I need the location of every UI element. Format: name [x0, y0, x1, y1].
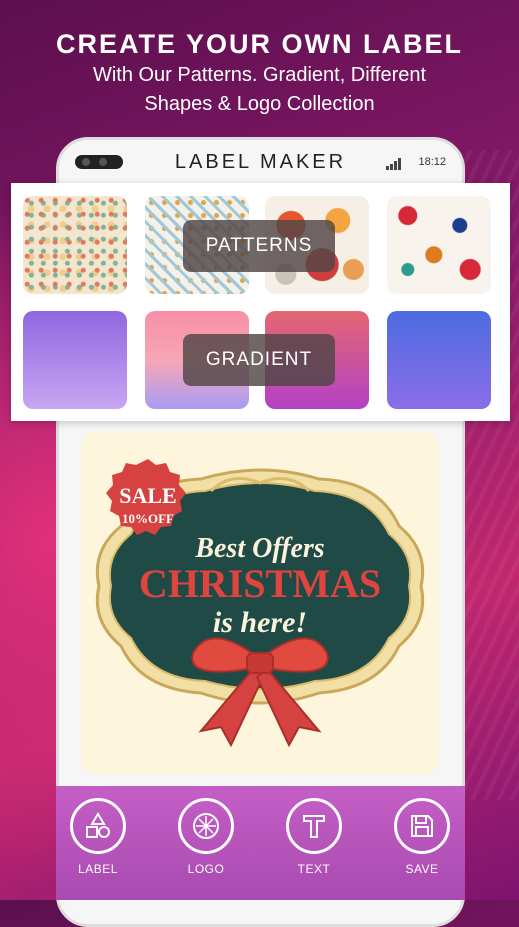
label-tool-label: LABEL — [78, 862, 118, 876]
status-bar: LABEL MAKER 18:12 — [59, 148, 462, 178]
poster-line1: Best Offers — [194, 533, 324, 564]
pattern-tile-1[interactable] — [23, 196, 127, 294]
save-tool-button[interactable]: SAVE — [387, 798, 457, 876]
headline-title: CREATE YOUR OWN LABEL — [55, 29, 463, 59]
promo-headline: CREATE YOUR OWN LABEL With Our Patterns.… — [0, 28, 519, 118]
pattern-tile-4[interactable] — [387, 196, 491, 294]
bottom-toolbar: LABEL LOGO TEXT SAVE — [56, 786, 465, 900]
status-clock: 18:12 — [418, 156, 446, 168]
gradient-label[interactable]: GRADIENT — [183, 334, 335, 386]
style-picker-panel: PATTERNS GRADIENT — [11, 183, 510, 421]
logo-tool-label: LOGO — [187, 862, 225, 876]
poster-line2: CHRISTMAS — [139, 561, 381, 606]
signal-icon — [386, 158, 404, 170]
patterns-label[interactable]: PATTERNS — [183, 220, 335, 272]
sale-badge-line2: 10%OFF — [122, 511, 174, 526]
headline-subtitle-2: Shapes & Logo Collection — [144, 93, 375, 115]
gradient-tile-4[interactable] — [387, 311, 491, 409]
christmas-label-artwork: SALE 10%OFF Best Offers CHRISTMAS is her… — [95, 459, 425, 748]
gradient-tile-1[interactable] — [23, 311, 127, 409]
text-tool-button[interactable]: TEXT — [279, 798, 349, 876]
logo-icon — [178, 798, 234, 854]
text-icon — [286, 798, 342, 854]
headline-subtitle-1: With Our Patterns. Gradient, Different — [92, 64, 427, 86]
poster-line3: is here! — [213, 606, 307, 639]
label-tool-button[interactable]: LABEL — [63, 798, 133, 876]
shapes-icon — [70, 798, 126, 854]
save-tool-label: SAVE — [405, 862, 439, 876]
save-icon — [394, 798, 450, 854]
text-tool-label: TEXT — [297, 862, 331, 876]
sale-badge-line1: SALE — [119, 483, 176, 508]
label-preview[interactable]: SALE 10%OFF Best Offers CHRISTMAS is her… — [81, 431, 439, 774]
logo-tool-button[interactable]: LOGO — [171, 798, 241, 876]
